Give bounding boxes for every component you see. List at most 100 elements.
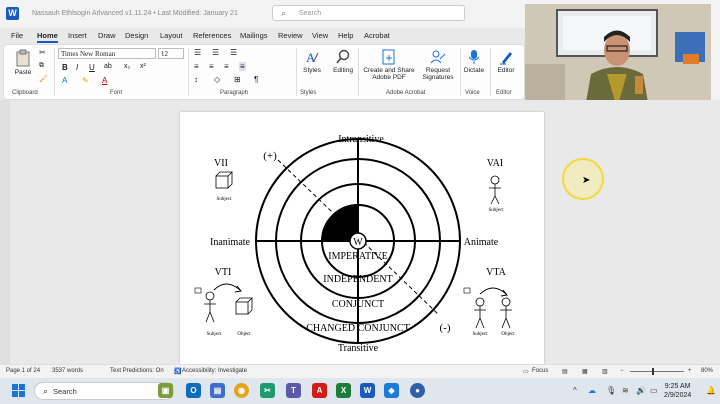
font-name-select[interactable]: Times New Roman [58, 48, 156, 59]
chrome-icon[interactable]: ◉ [234, 383, 249, 398]
font-size-select[interactable]: 12 [158, 48, 184, 59]
underline-button[interactable]: U [89, 63, 95, 72]
editor-button[interactable]: Editor [492, 49, 520, 74]
styles-icon: A [306, 50, 319, 65]
text-predictions[interactable]: Text Predictions: On [110, 368, 164, 374]
line-spacing-icon[interactable]: ↕ [194, 75, 198, 84]
tab-help[interactable]: Help [338, 31, 353, 40]
word-taskbar-icon[interactable]: W [360, 383, 375, 398]
ribbon-tabs: File Home Insert Draw Design Layout Refe… [0, 28, 525, 44]
volume-icon[interactable]: 🔊 [636, 386, 646, 395]
tab-view[interactable]: View [312, 31, 328, 40]
snipping-tool-icon[interactable]: ✂ [260, 383, 275, 398]
title-search-input[interactable]: ⌕ Search [272, 5, 465, 21]
notification-bell-icon[interactable]: 🔔 [706, 386, 716, 395]
windows-start-icon[interactable] [12, 384, 25, 397]
excel-icon[interactable]: X [336, 383, 351, 398]
tab-acrobat[interactable]: Acrobat [364, 31, 390, 40]
read-mode-icon[interactable]: ▤ [562, 368, 568, 375]
teams-icon[interactable]: T [286, 383, 301, 398]
accessibility-status[interactable]: Accessibility: Investigate [182, 368, 247, 374]
battery-icon[interactable]: ▭ [650, 386, 658, 395]
label-inanimate: Inanimate [210, 237, 251, 248]
bold-button[interactable]: B [62, 63, 68, 72]
align-right-icon[interactable]: ≡ [224, 62, 229, 71]
vai-subject-label: Subject [489, 208, 505, 213]
borders-icon[interactable]: ⊞ [234, 75, 241, 84]
multilevel-list-icon[interactable]: ☰ [230, 48, 237, 57]
tab-home[interactable]: Home [37, 31, 58, 43]
tray-overflow-icon[interactable]: ^ [573, 386, 577, 395]
request-signatures-button[interactable]: Request Signatures [418, 49, 458, 81]
wifi-icon[interactable]: ≋ [622, 386, 629, 395]
shading-icon[interactable]: ◇ [214, 75, 220, 84]
zoom-level[interactable]: 80% [701, 368, 713, 374]
layout-anchor-icon[interactable] [463, 287, 471, 294]
text-effects-button[interactable]: A [62, 76, 67, 85]
editor-pen-icon [500, 52, 512, 65]
copy-icon[interactable]: ⧉ [39, 62, 44, 70]
superscript-icon[interactable]: x² [140, 63, 146, 70]
zoom-out-icon[interactable]: − [620, 368, 624, 374]
print-layout-icon[interactable]: ▦ [582, 368, 588, 375]
taskbar-widget-icon[interactable]: ▣ [158, 383, 173, 398]
file-explorer-icon[interactable]: ▤ [210, 383, 225, 398]
tab-design[interactable]: Design [125, 31, 148, 40]
taskbar-clock[interactable]: 9:25 AM 2/9/2024 [664, 382, 691, 400]
outlook-icon[interactable]: O [186, 383, 201, 398]
taskbar-search-input[interactable]: ⌕ Search [34, 382, 174, 400]
signature-icon [430, 50, 446, 64]
paragraph-group-label: Paragraph [220, 90, 249, 96]
justify-icon[interactable]: ≡ [239, 62, 246, 71]
focus-button[interactable]: Focus [532, 368, 548, 374]
label-changed-conjunct: CHANGED CONJUNCT [306, 323, 410, 334]
subscript-icon[interactable]: x₂ [124, 63, 130, 70]
strikethrough-icon[interactable]: ab [104, 63, 112, 70]
recording-app-icon[interactable]: ● [410, 383, 425, 398]
italic-button[interactable]: I [76, 63, 78, 72]
editor-group-label: Editor [496, 90, 512, 96]
bullets-icon[interactable]: ☰ [194, 48, 201, 57]
label-conjunct: CONJUNCT [332, 299, 384, 310]
cut-icon[interactable]: ✂ [39, 48, 46, 57]
paste-button[interactable]: Paste [10, 49, 36, 76]
show-marks-icon[interactable]: ¶ [254, 75, 258, 84]
web-layout-icon[interactable]: ▥ [602, 368, 608, 375]
dropbox-icon[interactable]: ◆ [384, 383, 399, 398]
zoom-slider-thumb[interactable] [652, 368, 654, 375]
page-count[interactable]: Page 1 of 24 [6, 368, 40, 374]
zoom-slider[interactable] [630, 371, 684, 372]
create-share-line2: Adobe PDF [372, 74, 406, 81]
label-animate: Animate [464, 237, 499, 248]
font-color-button[interactable]: A [102, 76, 107, 85]
editing-button[interactable]: Editing [330, 49, 356, 74]
numbering-icon[interactable]: ☰ [212, 48, 219, 57]
dictate-button[interactable]: Dictate [460, 49, 488, 74]
tab-draw[interactable]: Draw [98, 31, 116, 40]
align-left-icon[interactable]: ≡ [194, 62, 199, 71]
format-painter-icon[interactable]: 🖌 [39, 75, 48, 83]
vti-subject-label: Subject [207, 332, 223, 337]
create-share-line1: Create and Share [363, 67, 415, 74]
tab-review[interactable]: Review [278, 31, 303, 40]
word-count[interactable]: 3537 words [52, 368, 83, 374]
tab-insert[interactable]: Insert [68, 31, 87, 40]
webcam-image [525, 4, 711, 108]
microphone-tray-icon[interactable]: 🎙 [606, 386, 616, 395]
label-vii: VII [214, 158, 228, 169]
onedrive-icon[interactable]: ☁ [588, 386, 596, 395]
acrobat-icon[interactable]: A [312, 383, 327, 398]
focus-icon: ▭ [523, 369, 529, 375]
styles-button[interactable]: A Styles [300, 49, 324, 74]
zoom-in-icon[interactable]: + [688, 368, 692, 374]
align-center-icon[interactable]: ≡ [209, 62, 214, 71]
tab-references[interactable]: References [193, 31, 231, 40]
tab-mailings[interactable]: Mailings [240, 31, 268, 40]
layout-anchor-icon[interactable] [194, 287, 202, 294]
tab-layout[interactable]: Layout [160, 31, 183, 40]
create-share-pdf-button[interactable]: Create and Share Adobe PDF [360, 49, 418, 81]
magnifier-icon [336, 49, 350, 64]
tab-file[interactable]: File [11, 31, 23, 40]
vti-person-icon [204, 291, 216, 323]
highlight-icon[interactable]: ✎ [82, 76, 89, 85]
